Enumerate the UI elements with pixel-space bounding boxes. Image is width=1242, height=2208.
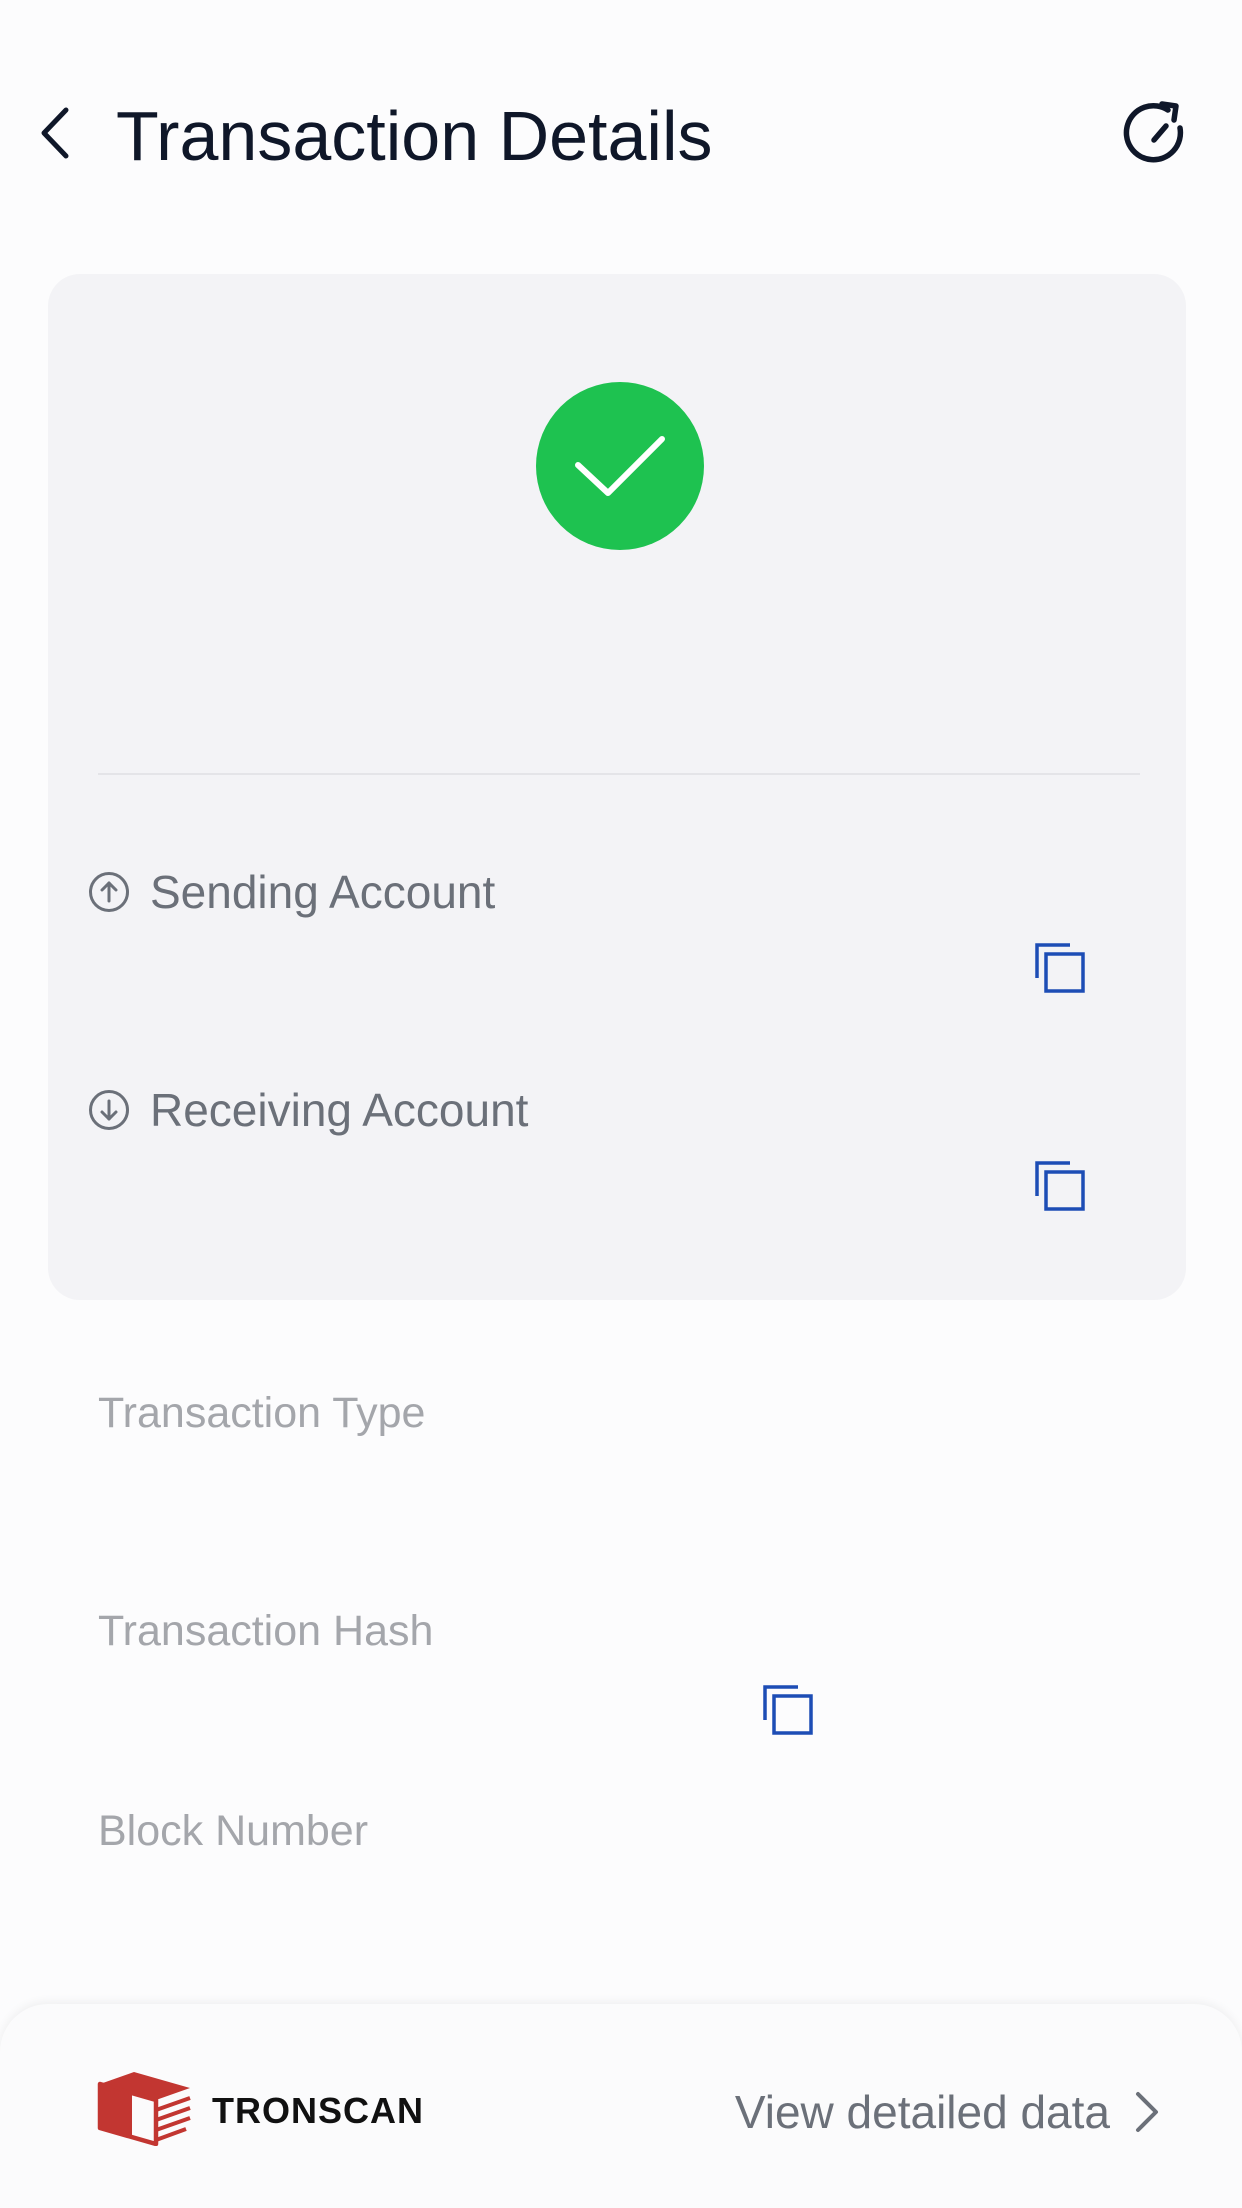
arrow-up-circle-icon	[88, 871, 130, 913]
refresh-button[interactable]	[1116, 96, 1196, 176]
copy-icon	[1034, 942, 1086, 999]
copy-sending-account-button[interactable]	[1032, 942, 1088, 998]
check-circle-icon	[536, 382, 704, 550]
block-number-label: Block Number	[98, 1807, 369, 1855]
view-detailed-data-label: View detailed data	[734, 2086, 1110, 2138]
chevron-left-icon	[38, 106, 72, 165]
transaction-hash-label: Transaction Hash	[98, 1607, 434, 1655]
copy-icon	[1034, 1160, 1086, 1217]
copy-transaction-hash-button[interactable]	[760, 1684, 816, 1740]
transaction-type-label: Transaction Type	[98, 1389, 426, 1437]
transaction-summary-card: Sending Account Receiving Account	[48, 274, 1186, 1300]
transaction-details-screen: Transaction Details Sending Account Rece…	[0, 0, 1242, 2208]
sending-account-label: Sending Account	[150, 866, 496, 918]
copy-receiving-account-button[interactable]	[1032, 1160, 1088, 1216]
arrow-down-circle-icon	[88, 1089, 130, 1131]
chevron-right-icon	[1132, 2087, 1162, 2137]
back-button[interactable]	[30, 100, 80, 170]
sending-account-row: Sending Account	[88, 864, 495, 920]
page-title: Transaction Details	[116, 97, 713, 175]
copy-icon	[762, 1684, 814, 1741]
tronscan-logo[interactable]: TRONSCAN	[96, 2070, 424, 2151]
tronscan-cube-icon	[96, 2070, 192, 2151]
bottom-bar: TRONSCAN View detailed data	[0, 2004, 1242, 2208]
tronscan-brand-text: TRONSCAN	[212, 2089, 424, 2131]
receiving-account-row: Receiving Account	[88, 1082, 528, 1138]
receiving-account-label: Receiving Account	[150, 1084, 529, 1136]
refresh-icon	[1120, 98, 1192, 175]
view-detailed-data-link[interactable]: View detailed data	[735, 2084, 1162, 2140]
card-divider	[98, 773, 1140, 775]
